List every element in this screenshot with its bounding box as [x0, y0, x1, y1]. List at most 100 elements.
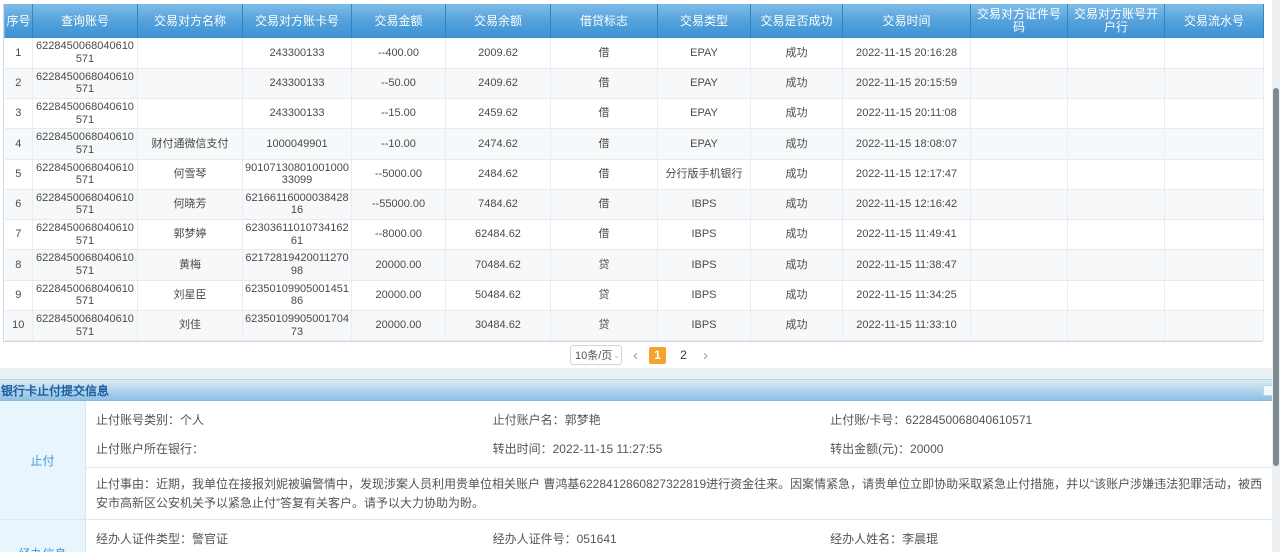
page-size-value: 10条/页: [575, 347, 612, 363]
transfer-amount: 转出金额(元)：20000: [830, 440, 1280, 457]
table-cell: 8: [5, 250, 33, 280]
table-cell: [971, 159, 1068, 189]
table-cell: 243300133: [243, 38, 352, 68]
table-cell: [1165, 98, 1264, 128]
table-cell: 2022-11-15 18:08:07: [843, 129, 971, 159]
table-cell: 何雪琴: [138, 159, 243, 189]
table-cell: 6230361101073416261: [243, 220, 352, 250]
next-page-button[interactable]: ›: [701, 348, 710, 363]
table-cell: [1068, 189, 1165, 219]
table-cell: 6228450068040610571: [33, 159, 138, 189]
table-cell: 62484.62: [446, 220, 551, 250]
table-cell: 2022-11-15 11:33:10: [843, 310, 971, 340]
table-cell: 2022-11-15 11:49:41: [843, 220, 971, 250]
table-cell: 7: [5, 220, 33, 250]
table-cell: 2009.62: [446, 38, 551, 68]
stop-card-no: 止付账/卡号：6228450068040610571: [830, 411, 1280, 428]
table-cell: IBPS: [658, 310, 751, 340]
column-header: 借贷标志: [551, 4, 658, 38]
table-cell: 70484.62: [446, 250, 551, 280]
table-cell: 成功: [751, 129, 843, 159]
table-cell: 9: [5, 280, 33, 310]
table-cell: 10: [5, 310, 33, 340]
table-row: 56228450068040610571何雪琴90107130801001000…: [5, 159, 1264, 189]
table-cell: 6217281942001127098: [243, 250, 352, 280]
table-cell: 2474.62: [446, 129, 551, 159]
table-row: 106228450068040610571刘佳62350109905001704…: [5, 310, 1264, 340]
table-cell: 郭梦婷: [138, 220, 243, 250]
stop-group-label: 止付: [0, 401, 86, 519]
table-cell: 6228450068040610571: [33, 189, 138, 219]
spacer: [0, 368, 1280, 379]
table-cell: 7484.62: [446, 189, 551, 219]
stop-bank: 止付账户所在银行：: [96, 440, 493, 457]
table-cell: 2409.62: [446, 68, 551, 98]
table-cell: 2: [5, 68, 33, 98]
table-cell: 成功: [751, 310, 843, 340]
table-cell: 2459.62: [446, 98, 551, 128]
table-cell: [1068, 220, 1165, 250]
table-cell: [1165, 129, 1264, 159]
table-cell: 30484.62: [446, 310, 551, 340]
table-cell: EPAY: [658, 98, 751, 128]
stop-payment-info-box: 止付 止付账号类别：个人 止付账户名：郭梦艳 止付账/卡号：6228450068…: [0, 401, 1280, 552]
column-header: 交易流水号: [1165, 4, 1264, 38]
vertical-scrollbar[interactable]: [1272, 0, 1280, 552]
table-cell: --5000.00: [352, 159, 446, 189]
table-cell: IBPS: [658, 189, 751, 219]
table-cell: --55000.00: [352, 189, 446, 219]
field-row: 经办人证件类型：警官证 经办人证件号：051641 经办人姓名：李晨琨: [86, 524, 1280, 552]
table-cell: [1165, 280, 1264, 310]
table-cell: 243300133: [243, 68, 352, 98]
table-cell: [1165, 159, 1264, 189]
table-cell: 借: [551, 38, 658, 68]
table-cell: [1165, 189, 1264, 219]
page-button-2[interactable]: 2: [675, 347, 692, 364]
table-cell: [971, 220, 1068, 250]
table-cell: [971, 98, 1068, 128]
table-cell: 6216611600003842816: [243, 189, 352, 219]
page: 序号查询账号交易对方名称交易对方账卡号交易金额交易余额借贷标志交易类型交易是否成…: [0, 0, 1280, 552]
table-row: 66228450068040610571何晓芳62166116000038428…: [5, 189, 1264, 219]
table-cell: 借: [551, 220, 658, 250]
table-row: 36228450068040610571243300133--15.002459…: [5, 98, 1264, 128]
table-cell: [1068, 68, 1165, 98]
table-cell: IBPS: [658, 250, 751, 280]
table-cell: [1068, 280, 1165, 310]
column-header: 交易对方名称: [138, 4, 243, 38]
table-cell: 2022-11-15 20:11:08: [843, 98, 971, 128]
stop-payment-section-header: 银行卡止付提交信息: [0, 379, 1280, 401]
table-cell: 1: [5, 38, 33, 68]
table-cell: 6228450068040610571: [33, 38, 138, 68]
table-cell: 借: [551, 68, 658, 98]
transactions-header-row: 序号查询账号交易对方名称交易对方账卡号交易金额交易余额借贷标志交易类型交易是否成…: [5, 4, 1264, 38]
table-row: 16228450068040610571243300133--400.00200…: [5, 38, 1264, 68]
table-cell: 借: [551, 98, 658, 128]
table-row: 96228450068040610571刘星臣62350109905001451…: [5, 280, 1264, 310]
column-header: 交易对方账卡号: [243, 4, 352, 38]
table-cell: [1165, 38, 1264, 68]
pagination: 10条/页 ⌄ ‹ 1 2 ›: [0, 342, 1280, 368]
table-cell: IBPS: [658, 280, 751, 310]
scrollbar-thumb[interactable]: [1273, 88, 1279, 466]
table-cell: EPAY: [658, 129, 751, 159]
table-cell: 2022-11-15 12:16:42: [843, 189, 971, 219]
table-cell: 1000049901: [243, 129, 352, 159]
agent-cert-type: 经办人证件类型：警官证: [96, 530, 493, 547]
column-header: 交易金额: [352, 4, 446, 38]
table-cell: 成功: [751, 159, 843, 189]
table-cell: [1068, 38, 1165, 68]
page-size-select[interactable]: 10条/页 ⌄: [570, 345, 622, 365]
table-cell: --50.00: [352, 68, 446, 98]
page-button-1[interactable]: 1: [649, 347, 666, 364]
column-header: 交易时间: [843, 4, 971, 38]
table-cell: 刘星臣: [138, 280, 243, 310]
table-cell: 243300133: [243, 98, 352, 128]
table-cell: [971, 68, 1068, 98]
prev-page-button[interactable]: ‹: [631, 348, 640, 363]
column-header: 交易是否成功: [751, 4, 843, 38]
table-cell: 成功: [751, 38, 843, 68]
stop-group: 止付 止付账号类别：个人 止付账户名：郭梦艳 止付账/卡号：6228450068…: [0, 401, 1280, 520]
table-cell: 20000.00: [352, 310, 446, 340]
field-row: 止付账户所在银行： 转出时间：2022-11-15 11:27:55 转出金额(…: [86, 434, 1280, 463]
